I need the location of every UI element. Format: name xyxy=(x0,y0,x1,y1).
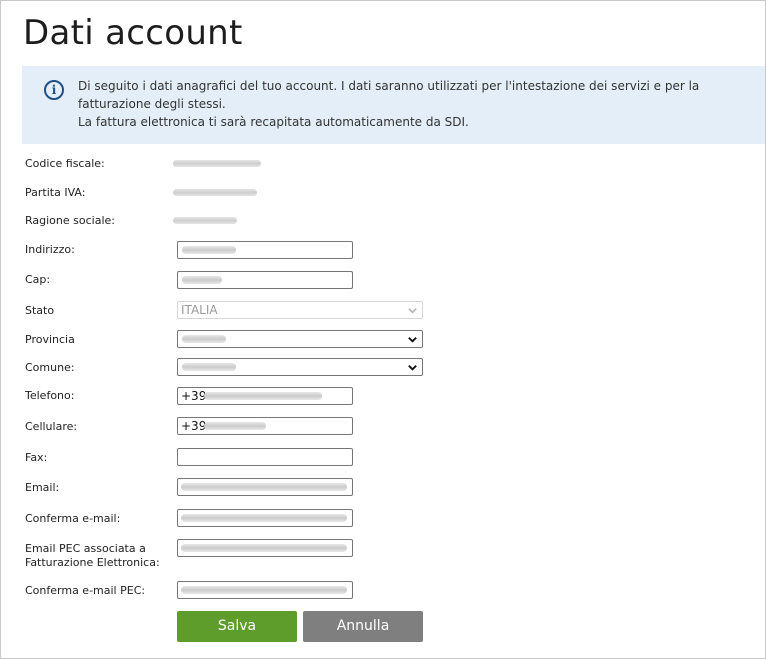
row-ragione-sociale: Ragione sociale: xyxy=(25,214,745,238)
cancel-button[interactable]: Annulla xyxy=(303,611,423,642)
email-input[interactable] xyxy=(177,478,353,496)
fax-label: Fax: xyxy=(25,451,48,464)
stato-select: ITALIA xyxy=(177,301,423,319)
email-label: Email: xyxy=(25,481,60,494)
chevron-down-icon xyxy=(408,365,417,371)
conferma-pec-value-redacted xyxy=(181,586,347,594)
row-indirizzo: Indirizzo: xyxy=(25,241,745,265)
stato-label: Stato xyxy=(25,304,55,317)
cap-value-redacted xyxy=(182,276,222,284)
row-fax: Fax: xyxy=(25,448,745,472)
provincia-value-redacted xyxy=(182,335,226,343)
row-stato: Stato ITALIA xyxy=(25,301,745,325)
row-email-pec: Email PEC associata a Fatturazione Elett… xyxy=(25,539,745,571)
comune-label: Comune: xyxy=(25,361,75,374)
provincia-select[interactable] xyxy=(177,330,423,348)
cellulare-input[interactable]: +39 xyxy=(177,417,353,435)
page-title: Dati account xyxy=(23,13,243,53)
cap-label: Cap: xyxy=(25,273,51,286)
comune-value-redacted xyxy=(182,363,236,371)
email-pec-label-line2: Fatturazione Elettronica: xyxy=(25,556,160,569)
comune-select[interactable] xyxy=(177,358,423,376)
row-telefono: Telefono: +39 xyxy=(25,387,745,411)
fax-input[interactable] xyxy=(177,448,353,466)
indirizzo-value-redacted xyxy=(182,246,236,254)
info-text: Di seguito i dati anagrafici del tuo acc… xyxy=(78,77,758,131)
row-email: Email: xyxy=(25,478,745,502)
row-cellulare: Cellulare: +39 xyxy=(25,417,745,441)
row-codice-fiscale: Codice fiscale: xyxy=(25,157,745,181)
conferma-email-value-redacted xyxy=(181,514,347,522)
telefono-input[interactable]: +39 xyxy=(177,387,353,405)
email-pec-label-line1: Email PEC associata a xyxy=(25,542,146,555)
conferma-pec-label: Conferma e-mail PEC: xyxy=(25,584,146,597)
row-provincia: Provincia xyxy=(25,330,745,354)
telefono-value-redacted xyxy=(204,392,322,400)
conferma-pec-input[interactable] xyxy=(177,581,353,599)
telefono-label: Telefono: xyxy=(25,389,75,402)
email-pec-input[interactable] xyxy=(177,539,353,557)
telefono-prefix: +39 xyxy=(181,389,207,403)
codice-fiscale-label: Codice fiscale: xyxy=(25,157,105,170)
codice-fiscale-value-redacted xyxy=(173,160,261,167)
chevron-down-icon xyxy=(408,337,417,343)
row-conferma-pec: Conferma e-mail PEC: xyxy=(25,581,745,605)
email-pec-value-redacted xyxy=(181,544,347,552)
indirizzo-label: Indirizzo: xyxy=(25,243,75,256)
partita-iva-value-redacted xyxy=(173,189,257,196)
account-form-window: Dati account i Di seguito i dati anagraf… xyxy=(0,0,766,659)
partita-iva-label: Partita IVA: xyxy=(25,186,86,199)
ragione-sociale-label: Ragione sociale: xyxy=(25,214,115,227)
info-text-line2: La fattura elettronica ti sarà recapitat… xyxy=(78,115,469,129)
row-cap: Cap: xyxy=(25,271,745,295)
info-icon: i xyxy=(44,80,64,100)
cellulare-label: Cellulare: xyxy=(25,420,78,433)
info-text-line1: Di seguito i dati anagrafici del tuo acc… xyxy=(78,79,700,111)
conferma-email-label: Conferma e-mail: xyxy=(25,512,121,525)
conferma-email-input[interactable] xyxy=(177,509,353,527)
save-button[interactable]: Salva xyxy=(177,611,297,642)
indirizzo-input[interactable] xyxy=(177,241,353,259)
cap-input[interactable] xyxy=(177,271,353,289)
row-partita-iva: Partita IVA: xyxy=(25,186,745,210)
ragione-sociale-value-redacted xyxy=(173,217,237,224)
email-pec-label: Email PEC associata a Fatturazione Elett… xyxy=(25,542,160,570)
stato-selected-value: ITALIA xyxy=(181,303,218,317)
row-comune: Comune: xyxy=(25,358,745,382)
provincia-label: Provincia xyxy=(25,333,75,346)
info-banner: i Di seguito i dati anagrafici del tuo a… xyxy=(22,66,765,144)
cellulare-value-redacted xyxy=(204,422,266,430)
chevron-down-icon xyxy=(408,308,417,314)
row-conferma-email: Conferma e-mail: xyxy=(25,509,745,533)
email-value-redacted xyxy=(181,483,347,491)
cellulare-prefix: +39 xyxy=(181,419,207,433)
